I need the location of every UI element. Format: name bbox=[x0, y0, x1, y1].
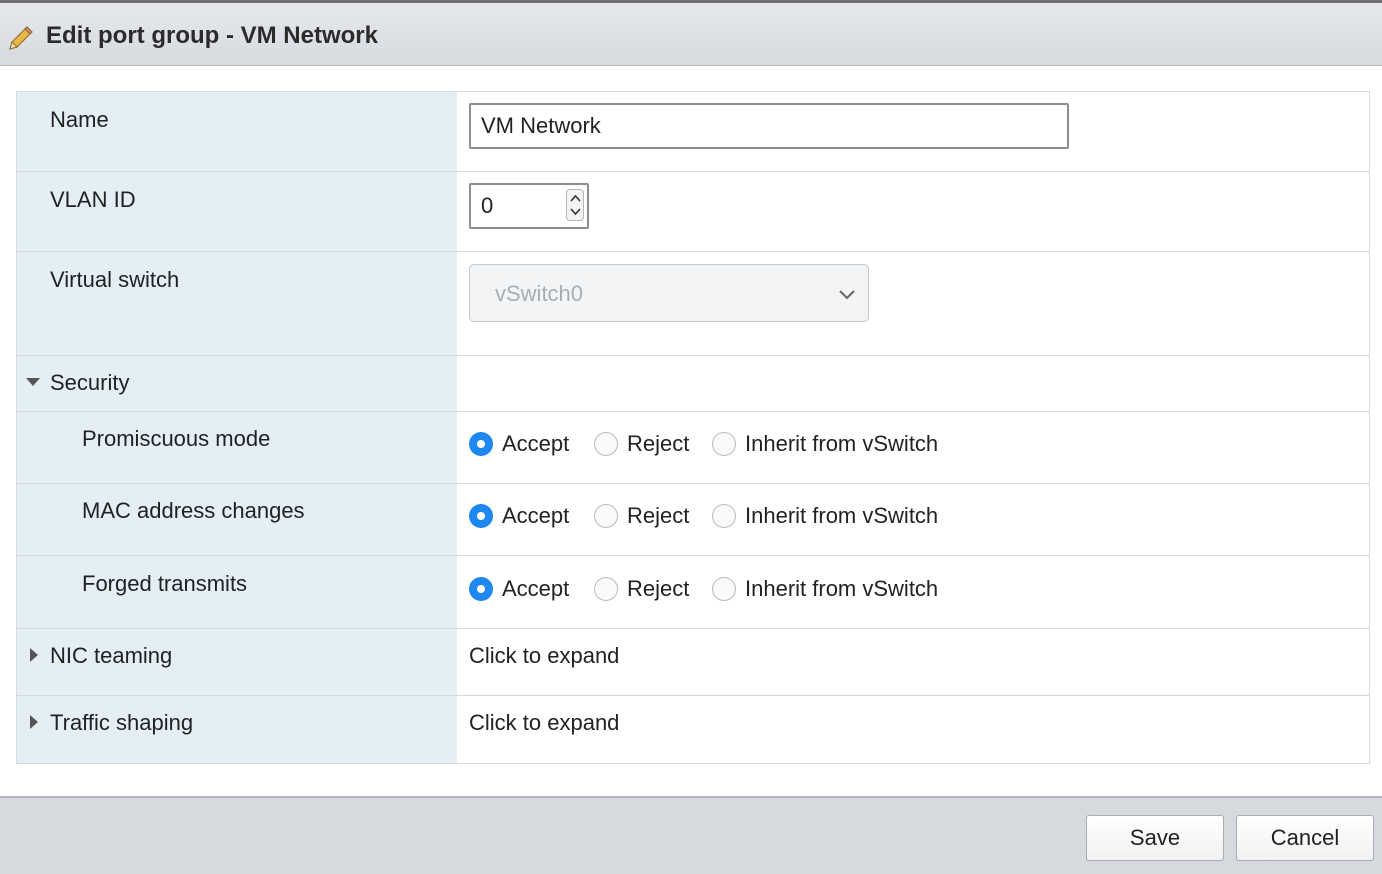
nic-teaming-expand-link[interactable]: Click to expand bbox=[469, 643, 619, 669]
nic-teaming-label[interactable]: NIC teaming bbox=[50, 643, 172, 669]
mac-accept-label[interactable]: Accept bbox=[502, 503, 569, 529]
virtual-switch-value: vSwitch0 bbox=[495, 281, 584, 306]
forged-transmits-label: Forged transmits bbox=[82, 571, 248, 596]
vlan-id-value: 0 bbox=[481, 193, 494, 218]
forged-reject-label[interactable]: Reject bbox=[627, 576, 689, 602]
forged-inherit-radio[interactable] bbox=[712, 577, 736, 601]
promiscuous-accept-radio[interactable] bbox=[469, 432, 493, 456]
mac-reject-label[interactable]: Reject bbox=[627, 503, 689, 529]
chevron-down-icon[interactable] bbox=[570, 208, 581, 216]
vlan-id-spin-buttons[interactable] bbox=[566, 189, 584, 221]
security-label[interactable]: Security bbox=[50, 370, 129, 396]
vlan-id-label: VLAN ID bbox=[50, 187, 136, 212]
promiscuous-reject-radio[interactable] bbox=[594, 432, 618, 456]
promiscuous-reject-label[interactable]: Reject bbox=[627, 431, 689, 457]
security-section-header[interactable]: Security bbox=[17, 356, 1369, 412]
virtual-switch-row: Virtual switch vSwitch0 bbox=[17, 252, 1369, 356]
name-input[interactable]: VM Network bbox=[469, 103, 1069, 149]
chevron-down-icon bbox=[839, 290, 855, 300]
promiscuous-mode-label: Promiscuous mode bbox=[82, 426, 271, 451]
mac-accept-radio[interactable] bbox=[469, 504, 493, 528]
caret-right-icon[interactable] bbox=[30, 715, 38, 729]
promiscuous-inherit-radio[interactable] bbox=[712, 432, 736, 456]
save-button[interactable]: Save bbox=[1086, 815, 1224, 861]
forged-transmits-row: Forged transmits Accept Reject Inherit f… bbox=[17, 556, 1369, 629]
nic-teaming-section-header[interactable]: NIC teaming Click to expand bbox=[17, 629, 1369, 696]
name-label: Name bbox=[50, 107, 109, 132]
virtual-switch-label: Virtual switch bbox=[50, 267, 180, 292]
promiscuous-mode-row: Promiscuous mode Accept Reject Inherit f… bbox=[17, 412, 1369, 484]
cancel-button[interactable]: Cancel bbox=[1236, 815, 1374, 861]
virtual-switch-select[interactable]: vSwitch0 bbox=[469, 264, 869, 322]
forged-reject-radio[interactable] bbox=[594, 577, 618, 601]
mac-address-changes-row: MAC address changes Accept Reject Inheri… bbox=[17, 484, 1369, 556]
caret-right-icon[interactable] bbox=[30, 648, 38, 662]
vlan-id-row: VLAN ID 0 bbox=[17, 172, 1369, 252]
traffic-shaping-section-header[interactable]: Traffic shaping Click to expand bbox=[17, 696, 1369, 763]
mac-reject-radio[interactable] bbox=[594, 504, 618, 528]
dialog-footer: Save Cancel bbox=[0, 796, 1382, 874]
chevron-up-icon[interactable] bbox=[570, 194, 581, 202]
pencil-icon bbox=[9, 26, 33, 50]
mac-inherit-radio[interactable] bbox=[712, 504, 736, 528]
port-group-form: Name VM Network VLAN ID 0 Virtual switch… bbox=[16, 91, 1370, 764]
promiscuous-inherit-label[interactable]: Inherit from vSwitch bbox=[745, 431, 938, 457]
forged-accept-radio[interactable] bbox=[469, 577, 493, 601]
promiscuous-accept-label[interactable]: Accept bbox=[502, 431, 569, 457]
name-row: Name VM Network bbox=[17, 92, 1369, 172]
dialog-title-bar: Edit port group - VM Network bbox=[0, 0, 1382, 66]
vlan-id-stepper[interactable]: 0 bbox=[469, 183, 589, 229]
dialog-title: Edit port group - VM Network bbox=[46, 22, 378, 49]
mac-inherit-label[interactable]: Inherit from vSwitch bbox=[745, 503, 938, 529]
forged-accept-label[interactable]: Accept bbox=[502, 576, 569, 602]
traffic-shaping-label[interactable]: Traffic shaping bbox=[50, 710, 193, 736]
mac-address-changes-label: MAC address changes bbox=[82, 498, 305, 523]
traffic-shaping-expand-link[interactable]: Click to expand bbox=[469, 710, 619, 736]
caret-down-icon[interactable] bbox=[26, 378, 40, 386]
forged-inherit-label[interactable]: Inherit from vSwitch bbox=[745, 576, 938, 602]
